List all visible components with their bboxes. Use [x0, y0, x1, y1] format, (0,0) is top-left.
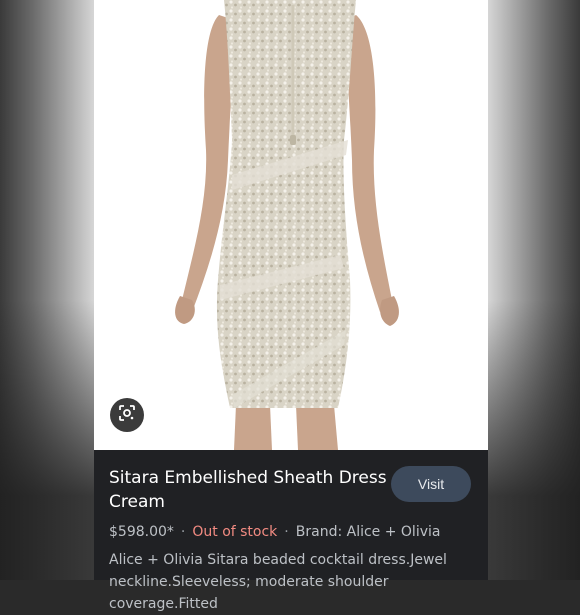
stock-status: Out of stock — [192, 524, 278, 540]
price: $598.00* — [109, 524, 174, 540]
dress-photo — [175, 0, 399, 450]
separator-dot: · — [284, 524, 289, 540]
separator-dot: · — [180, 524, 186, 540]
product-meta: $598.00* · Out of stock · Brand: Alice + Oli… — [109, 524, 440, 540]
blurred-background-left — [0, 0, 94, 580]
description-line: Alice + Olivia Sitara beaded cocktail dr… — [109, 552, 447, 568]
product-description: Alice + Olivia Sitara beaded cocktail dr… — [109, 549, 473, 615]
product-title[interactable]: Sitara Embellished Sheath Dress Cream — [109, 466, 391, 514]
lens-search-button[interactable] — [110, 398, 144, 432]
google-lens-icon — [118, 404, 136, 426]
product-info-panel: Sitara Embellished Sheath Dress Cream Vi… — [94, 450, 488, 612]
visit-button[interactable]: Visit — [391, 466, 471, 502]
product-image[interactable] — [94, 0, 488, 450]
blurred-background-right — [488, 0, 580, 580]
description-line: neckline.Sleeveless; moderate shoulder c… — [109, 574, 389, 612]
brand: Brand: Alice + Olivia — [295, 524, 441, 540]
